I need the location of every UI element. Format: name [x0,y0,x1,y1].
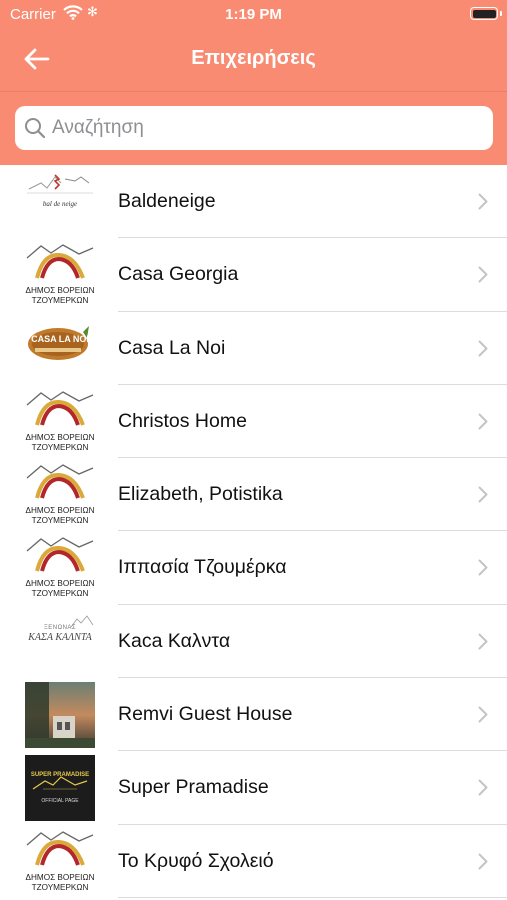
municipality-logo: ΔΗΜΟΣ ΒΟΡΕΙΩΝ ΤΖΟΥΜΕΡΚΩΝ [25,462,95,528]
municipality-logo: ΔΗΜΟΣ ΒΟΡΕΙΩΝ ΤΖΟΥΜΕΡΚΩΝ [25,535,95,601]
logo-text-line1: ΔΗΜΟΣ ΒΟΡΕΙΩΝ [25,506,95,516]
logo-text-line1: ΔΗΜΟΣ ΒΟΡΕΙΩΝ [25,872,95,882]
municipality-logo: ΔΗΜΟΣ ΒΟΡΕΙΩΝ ΤΖΟΥΜΕΡΚΩΝ [25,389,95,455]
search-bar[interactable] [15,106,493,150]
logo-text-line2: ΤΖΟΥΜΕΡΚΩΝ [31,882,89,892]
status-bar: Carrier ✻ 1:19 PM [0,0,507,30]
row-divider [118,896,507,898]
list-item-remvi-guest-house[interactable]: Remvi Guest House [0,678,507,752]
logo-text-top: ΞΕΝΩΝΑΣ [43,624,77,631]
logo-text: CASA LA NOI [31,333,89,344]
logo-text-line1: ΔΗΜΟΣ ΒΟΡΕΙΩΝ [25,579,95,589]
business-name: Elizabeth, Potistika [118,483,283,506]
chevron-right-icon [478,266,488,288]
business-name: Baldeneige [118,190,216,212]
business-name: Casa Georgia [118,263,239,286]
business-list: bal de neige Baldeneige ΔΗΜΟΣ ΒΟΡΕΙΩΝ ΤΖ… [0,165,507,898]
clock: 1:19 PM [225,6,282,23]
business-logo: bal de neige [25,169,95,235]
header: Carrier ✻ 1:19 PM Επιχειρήσεις [0,0,507,165]
list-item-baldeneige[interactable]: bal de neige Baldeneige [0,165,507,239]
business-logo: CASA LA NOI [25,316,95,382]
logo-text-line2: ΤΖΟΥΜΕΡΚΩΝ [31,516,89,526]
nav-divider [0,91,507,92]
business-name: Ιππασία Τζουμέρκα [118,556,287,579]
chevron-right-icon [478,706,488,728]
logo-text-line1: ΔΗΜΟΣ ΒΟΡΕΙΩΝ [25,432,95,442]
logo-text: bal de neige [42,200,78,208]
list-item-casa-la-noi[interactable]: CASA LA NOI Casa La Noi [0,312,507,385]
business-name: Casa La Noi [118,336,226,359]
business-name: Christos Home [118,409,247,432]
logo-text-line1: ΔΗΜΟΣ ΒΟΡΕΙΩΝ [25,286,95,296]
municipality-logo: ΔΗΜΟΣ ΒΟΡΕΙΩΝ ΤΖΟΥΜΕΡΚΩΝ [25,242,95,308]
list-item-casa-georgia[interactable]: ΔΗΜΟΣ ΒΟΡΕΙΩΝ ΤΖΟΥΜΕΡΚΩΝ Casa Georgia [0,238,507,312]
chevron-right-icon [478,853,488,875]
chevron-right-icon [478,633,488,655]
list-item-elizabeth-potistika[interactable]: ΔΗΜΟΣ ΒΟΡΕΙΩΝ ΤΖΟΥΜΕΡΚΩΝ Elizabeth, Poti… [0,458,507,532]
list-item-super-pramadise[interactable]: SUPER PRAMADISE OFFICIAL PAGE Super Pram… [0,751,507,825]
chevron-right-icon [478,193,488,215]
logo-text-line2: ΤΖΟΥΜΕΡΚΩΝ [31,589,89,599]
chevron-right-icon [478,413,488,435]
chevron-right-icon [478,779,488,801]
chevron-right-icon [478,559,488,581]
page-title: Επιχειρήσεις [191,47,316,69]
battery-icon [470,7,502,20]
search-icon [24,117,46,144]
list-item-kaca-kalnta[interactable]: ΞΕΝΩΝΑΣ ΚΑΣΑ ΚΑΛΝΤΑ Kaca Καλντα [0,605,507,679]
business-logo: ΞΕΝΩΝΑΣ ΚΑΣΑ ΚΑΛΝΤΑ [25,609,95,675]
business-name: Super Pramadise [118,776,269,799]
business-name: Kaca Καλντα [118,629,231,652]
search-input[interactable] [52,106,484,150]
list-item-christos-home[interactable]: ΔΗΜΟΣ ΒΟΡΕΙΩΝ ΤΖΟΥΜΕΡΚΩΝ Christos Home [0,385,507,459]
business-name: Remvi Guest House [118,703,293,726]
list-item-ippasia-tzoumerka[interactable]: ΔΗΜΟΣ ΒΟΡΕΙΩΝ ΤΖΟΥΜΕΡΚΩΝ Ιππασία Τζουμέρ… [0,531,507,605]
logo-text: SUPER PRAMADISE [30,772,90,779]
chevron-right-icon [478,340,488,362]
logo-text-line2: ΤΖΟΥΜΕΡΚΩΝ [31,442,89,452]
business-logo: SUPER PRAMADISE OFFICIAL PAGE [25,755,95,822]
chevron-right-icon [478,486,488,508]
logo-text: ΚΑΣΑ ΚΑΛΝΤΑ [28,631,92,643]
navigation-bar: Επιχειρήσεις [0,30,507,88]
back-button[interactable] [14,42,56,76]
logo-subtext: OFFICIAL PAGE [41,798,79,805]
business-photo [25,682,95,749]
business-name: Το Κρυφό Σχολειό [118,849,274,872]
logo-text-line2: ΤΖΟΥΜΕΡΚΩΝ [31,296,89,306]
list-item-to-kryfo-sxoleio[interactable]: ΔΗΜΟΣ ΒΟΡΕΙΩΝ ΤΖΟΥΜΕΡΚΩΝ Το Κρυφό Σχολει… [0,825,507,898]
municipality-logo: ΔΗΜΟΣ ΒΟΡΕΙΩΝ ΤΖΟΥΜΕΡΚΩΝ [25,829,95,895]
